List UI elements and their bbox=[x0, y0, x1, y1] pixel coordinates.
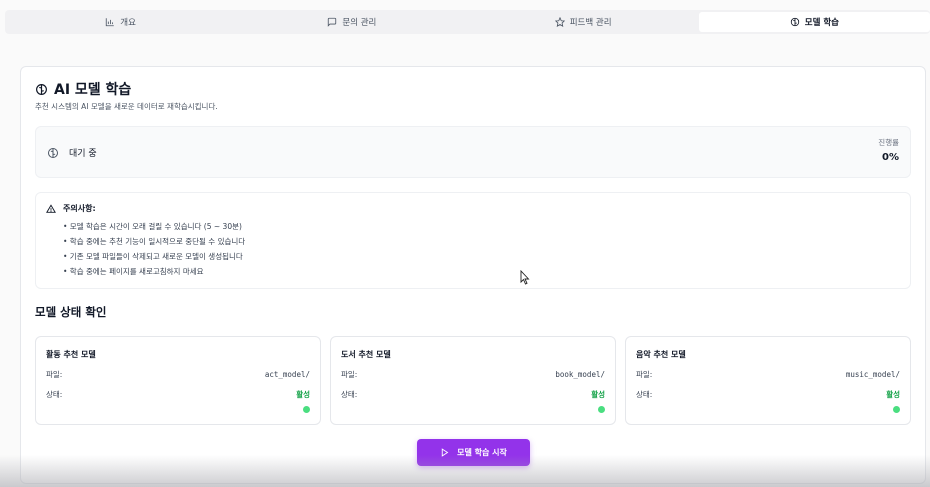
tab-model-training[interactable]: 모델 학습 bbox=[698, 12, 930, 32]
progress-label: 진행률 bbox=[878, 138, 899, 147]
page-title: AI 모델 학습 bbox=[35, 79, 131, 99]
model-name: 음악 추천 모델 bbox=[636, 350, 686, 359]
tab-label: 피드백 관리 bbox=[569, 18, 612, 28]
caution-panel: 주의사항: • 모델 학습은 시간이 오래 걸릴 수 있습니다 (5 ~ 30분… bbox=[35, 192, 911, 289]
status-dot bbox=[598, 406, 605, 413]
file-label: 파일: bbox=[636, 370, 653, 379]
mouse-cursor-icon bbox=[520, 270, 530, 285]
caution-title: 주의사항: bbox=[63, 204, 96, 213]
model-card-book: 도서 추천 모델 파일: book_model/ 상태: 활성 bbox=[330, 336, 616, 425]
file-label: 파일: bbox=[46, 370, 63, 379]
status-dot bbox=[303, 406, 310, 413]
model-name: 활동 추천 모델 bbox=[46, 350, 96, 359]
page-subtitle: 추천 시스템의 AI 모델을 새로운 데이터로 재학습시킵니다. bbox=[35, 102, 218, 111]
list-item: • 모델 학습은 시간이 오래 걸릴 수 있습니다 (5 ~ 30분) bbox=[63, 222, 242, 231]
tab-bar: 개요 문의 관리 피드백 관리 모델 학습 bbox=[5, 10, 930, 34]
status-indicator: 대기 중 bbox=[47, 146, 97, 159]
progress-readout: 진행률 0% bbox=[878, 137, 899, 163]
file-value: book_model/ bbox=[555, 370, 605, 379]
status-value: 활성 bbox=[886, 390, 900, 399]
model-status-row: 상태: 활성 bbox=[341, 389, 605, 400]
caution-list: • 모델 학습은 시간이 오래 걸릴 수 있습니다 (5 ~ 30분) • 학습… bbox=[63, 219, 245, 279]
status-value: 활성 bbox=[296, 390, 310, 399]
model-file-row: 파일: music_model/ bbox=[636, 369, 900, 380]
list-item: • 기존 모델 파일들이 삭제되고 새로운 모델이 생성됩니다 bbox=[63, 252, 243, 261]
tab-label: 모델 학습 bbox=[804, 18, 839, 28]
model-card-activity: 활동 추천 모델 파일: act_model/ 상태: 활성 bbox=[35, 336, 321, 425]
file-value: act_model/ bbox=[264, 370, 310, 379]
message-square-icon bbox=[328, 17, 337, 27]
list-item: • 학습 중에는 추천 기능이 일시적으로 중단될 수 있습니다 bbox=[63, 237, 246, 246]
model-status-row: 상태: 활성 bbox=[636, 389, 900, 400]
star-icon bbox=[554, 17, 565, 27]
training-status-panel: 대기 중 진행률 0% bbox=[35, 126, 911, 178]
caution-header: 주의사항: bbox=[46, 203, 96, 214]
model-name: 도서 추천 모델 bbox=[341, 350, 391, 359]
page-title-text: AI 모델 학습 bbox=[54, 82, 132, 98]
tab-inquiries[interactable]: 문의 관리 bbox=[236, 10, 467, 34]
start-training-label: 모델 학습 시작 bbox=[457, 448, 507, 457]
status-dot bbox=[893, 406, 900, 413]
bar-chart-icon bbox=[106, 18, 115, 27]
progress-value: 0% bbox=[882, 152, 899, 163]
section-title: 모델 상태 확인 bbox=[35, 305, 107, 319]
brain-icon bbox=[36, 83, 47, 95]
model-file-row: 파일: act_model/ bbox=[46, 369, 310, 380]
tab-label: 문의 관리 bbox=[342, 18, 377, 28]
alert-triangle-icon bbox=[46, 203, 56, 213]
status-label: 상태: bbox=[341, 390, 358, 399]
status-text: 대기 중 bbox=[69, 149, 97, 159]
brain-icon bbox=[790, 17, 799, 27]
status-label: 상태: bbox=[46, 390, 63, 399]
tab-overview[interactable]: 개요 bbox=[5, 10, 236, 34]
model-card-music: 음악 추천 모델 파일: music_model/ 상태: 활성 bbox=[625, 336, 911, 425]
file-label: 파일: bbox=[341, 370, 358, 379]
start-training-button[interactable]: 모델 학습 시작 bbox=[417, 439, 530, 466]
status-value: 활성 bbox=[591, 390, 605, 399]
model-status-row: 상태: 활성 bbox=[46, 389, 310, 400]
model-file-row: 파일: book_model/ bbox=[341, 369, 605, 380]
brain-icon bbox=[48, 147, 58, 158]
file-value: music_model/ bbox=[845, 370, 900, 379]
list-item: • 학습 중에는 페이지를 새로고침하지 마세요 bbox=[63, 267, 204, 276]
status-label: 상태: bbox=[636, 390, 653, 399]
play-icon bbox=[441, 448, 449, 457]
tab-label: 개요 bbox=[120, 18, 136, 28]
tab-feedback[interactable]: 피드백 관리 bbox=[468, 10, 699, 34]
model-training-card: AI 모델 학습 추천 시스템의 AI 모델을 새로운 데이터로 재학습시킵니다… bbox=[20, 66, 926, 484]
